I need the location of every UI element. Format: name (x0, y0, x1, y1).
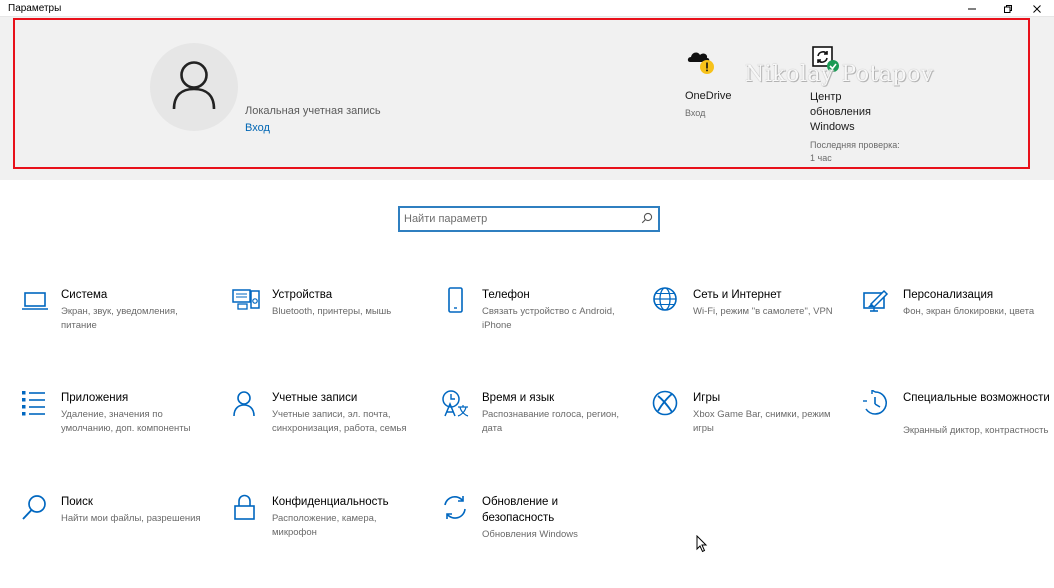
search-magnifier-icon[interactable] (641, 212, 653, 224)
category-apps[interactable]: Приложения Удаление, значения по умолчан… (20, 390, 220, 470)
personalization-icon (863, 289, 889, 312)
category-desc: Wi-Fi, режим "в самолете", VPN (693, 306, 833, 317)
category-accounts[interactable]: Учетные записи Учетные записи, эл. почта… (231, 390, 431, 470)
category-gaming[interactable]: Игры Xbox Game Bar, снимки, режим игры (652, 390, 852, 470)
close-button[interactable] (1020, 0, 1054, 17)
category-desc: Обновления Windows (482, 529, 578, 540)
category-desc: Расположение, камера, микрофон (272, 513, 377, 538)
person-icon (233, 391, 255, 417)
close-icon (1033, 4, 1041, 13)
category-name: Время и язык (482, 392, 555, 404)
time-language-icon (442, 390, 469, 417)
category-name: Учетные записи (272, 392, 358, 404)
phone-icon (448, 287, 463, 313)
category-name: Сеть и Интернет (693, 289, 782, 301)
category-desc: Фон, экран блокировки, цвета (903, 306, 1035, 317)
lock-icon (234, 494, 255, 520)
accessibility-icon (863, 390, 887, 415)
category-name: Игры (693, 392, 721, 404)
category-search[interactable]: Поиск Найти мои файлы, разрешения (20, 494, 220, 574)
category-update-security[interactable]: Обновление и безопасность Обновления Win… (441, 494, 641, 574)
category-name: Приложения (61, 392, 129, 404)
category-desc: Удаление, значения по умолчанию, доп. ко… (61, 409, 191, 434)
category-name: Специальные возможности (903, 392, 1050, 404)
category-devices[interactable]: Устройства Bluetooth, принтеры, мышь (231, 287, 431, 367)
category-name: Персонализация (903, 289, 994, 301)
category-network[interactable]: Сеть и Интернет Wi-Fi, режим "в самолете… (652, 287, 852, 367)
devices-icon (232, 289, 260, 310)
xbox-icon (652, 390, 678, 416)
restore-icon (1004, 4, 1012, 13)
mouse-cursor-icon (696, 535, 708, 553)
category-time-language[interactable]: Время и язык Распознавание голоса, регио… (441, 390, 641, 470)
category-privacy[interactable]: Конфиденциальность Расположение, камера,… (231, 494, 431, 574)
category-desc: Учетные записи, эл. почта, синхронизация… (272, 409, 407, 434)
category-desc: Xbox Game Bar, снимки, режим игры (693, 409, 831, 434)
globe-icon (653, 287, 677, 311)
category-desc: Bluetooth, принтеры, мышь (272, 306, 392, 317)
category-accessibility[interactable]: Специальные возможности Экранный диктор,… (862, 390, 1054, 470)
category-desc: Связать устройство с Android, iPhone (482, 306, 615, 331)
minimize-icon (968, 8, 976, 9)
category-name: Конфиденциальность (272, 496, 389, 508)
category-desc: Найти мои файлы, разрешения (61, 513, 201, 524)
category-desc: Распознавание голоса, регион, дата (482, 409, 620, 434)
window-title: Параметры (8, 3, 62, 14)
category-phone[interactable]: Телефон Связать устройство с Android, iP… (441, 287, 641, 367)
search-box[interactable] (398, 206, 660, 232)
search-icon (22, 495, 46, 520)
highlight-frame (13, 18, 1030, 169)
category-name: Телефон (482, 289, 530, 301)
category-name: Устройства (272, 289, 333, 301)
minimize-button[interactable] (955, 0, 989, 17)
apps-list-icon (22, 391, 45, 416)
category-desc: Экран, звук, уведомления, питание (61, 306, 178, 331)
category-name: Обновление и безопасность (482, 496, 559, 524)
category-name: Система (61, 289, 108, 301)
title-bar: Параметры (0, 0, 1054, 17)
laptop-icon (22, 292, 48, 310)
category-name: Поиск (61, 496, 93, 508)
category-system[interactable]: Система Экран, звук, уведомления, питани… (20, 287, 220, 367)
category-personalization[interactable]: Персонализация Фон, экран блокировки, цв… (862, 287, 1054, 367)
category-desc: Экранный диктор, контрастность (903, 425, 1049, 436)
sync-icon (444, 496, 466, 519)
search-input[interactable] (404, 210, 634, 228)
